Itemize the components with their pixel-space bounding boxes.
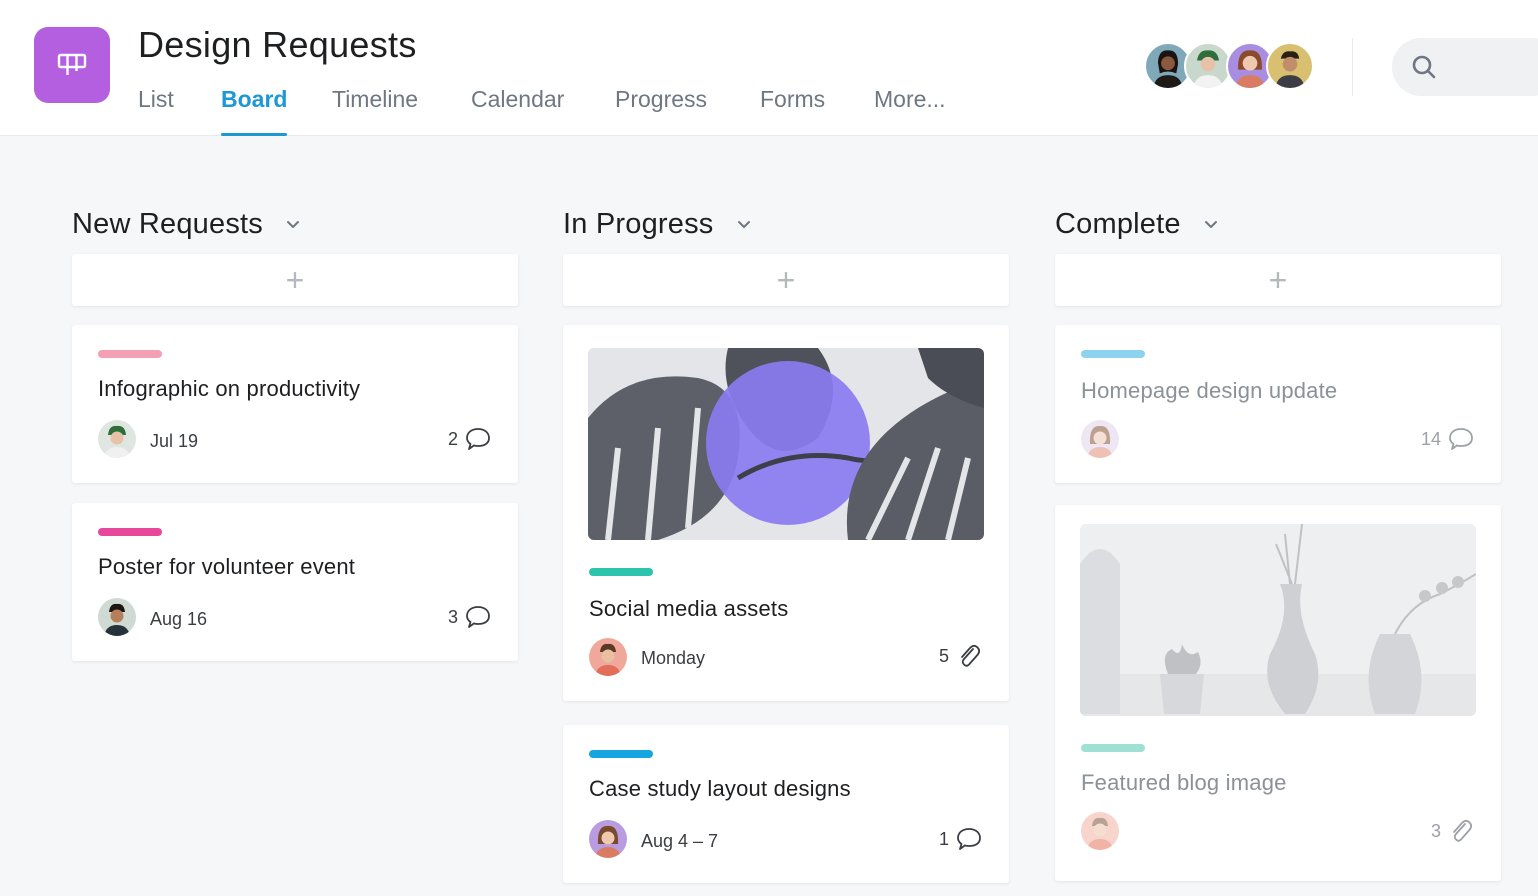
count-label: 3 [447,606,458,627]
header-divider [1352,38,1353,96]
tab-calendar[interactable]: Calendar [471,84,564,136]
chevron-down-icon[interactable] [1203,216,1219,232]
add-task-button[interactable]: + [563,254,1009,306]
due-date: Aug 4 – 7 [641,831,719,851]
chevron-down-icon[interactable] [736,216,752,232]
comment-count[interactable]: 14 [1421,425,1475,453]
project-title: Design Requests [138,24,417,65]
count-label: 5 [938,645,949,666]
task-card[interactable]: Poster for volunteer event Aug 16 3 [72,503,518,661]
comment-count[interactable]: 3 [448,603,492,631]
attachment-icon [961,644,981,667]
card-title: Case study layout designs [589,776,851,801]
card-cover-image [1080,524,1476,716]
comment-count[interactable]: 1 [939,825,983,853]
avatar [1184,42,1232,90]
tab-more[interactable]: More... [874,84,946,136]
attachment-count[interactable]: 5 [939,642,983,670]
tab-progress[interactable]: Progress [615,84,707,136]
due-date: Aug 16 [150,609,208,629]
add-task-button[interactable]: + [1055,254,1501,306]
count-label: 1 [938,828,949,849]
assignee-avatar[interactable] [98,598,136,636]
due-date: Monday [641,648,706,668]
board-column-new-requests: New Requests + Infographic on productivi… [72,196,518,661]
color-tag [589,568,653,576]
column-header[interactable]: In Progress [563,196,1009,252]
assignee-avatar[interactable] [1081,420,1119,458]
count-label: 14 [1420,428,1441,449]
card-cover-image [588,348,984,540]
column-title: New Requests [72,207,263,240]
search-input[interactable] [1392,38,1538,96]
card-title: Social media assets [589,596,789,621]
color-tag [98,528,162,536]
attachment-count[interactable]: 3 [1431,817,1475,845]
color-tag [1081,744,1145,752]
count-label: 3 [1430,820,1441,841]
tab-board[interactable]: Board [221,84,288,136]
board-column-complete: Complete + Homepage design update 14 Fea… [1055,196,1501,881]
card-title: Featured blog image [1081,770,1287,795]
color-tag [98,350,162,358]
board-column-in-progress: In Progress + Social media assets Monday [563,196,1009,883]
due-date: Jul 19 [150,431,199,451]
comment-icon [957,828,981,850]
assignee-avatar[interactable] [589,820,627,858]
color-tag [589,750,653,758]
task-card[interactable]: Featured blog image 3 [1055,505,1501,881]
search-icon [1412,55,1436,79]
comment-icon [1449,428,1473,450]
card-title: Infographic on productivity [98,376,361,401]
task-card[interactable]: Homepage design update 14 [1055,325,1501,483]
column-header[interactable]: Complete [1055,196,1501,252]
monstera-leaf-image [588,348,984,540]
comment-count[interactable]: 2 [448,425,492,453]
card-title: Homepage design update [1081,378,1338,403]
tab-list[interactable]: List [138,84,174,136]
comment-icon [466,606,490,628]
column-title: In Progress [563,207,714,240]
vases-image [1080,524,1476,716]
chevron-down-icon[interactable] [285,216,301,232]
project-header: Design Requests List Board Timeline Cale… [0,0,1538,136]
board-icon [57,53,87,75]
add-task-button[interactable]: + [72,254,518,306]
task-card[interactable]: Case study layout designs Aug 4 – 7 1 [563,725,1009,883]
attachment-icon [1453,819,1473,842]
card-title: Poster for volunteer event [98,554,356,579]
avatar [1266,42,1314,90]
color-tag [1081,350,1145,358]
project-icon[interactable] [34,27,110,103]
task-card[interactable]: Infographic on productivity Jul 19 2 [72,325,518,483]
comment-icon [466,428,490,450]
assignee-avatar[interactable] [589,638,627,676]
assignee-avatar[interactable] [98,420,136,458]
tab-timeline[interactable]: Timeline [332,84,418,136]
count-label: 2 [447,428,458,449]
task-card[interactable]: Social media assets Monday 5 [563,325,1009,701]
tab-forms[interactable]: Forms [760,84,825,136]
column-header[interactable]: New Requests [72,196,518,252]
assignee-avatar[interactable] [1081,812,1119,850]
column-title: Complete [1055,207,1181,240]
